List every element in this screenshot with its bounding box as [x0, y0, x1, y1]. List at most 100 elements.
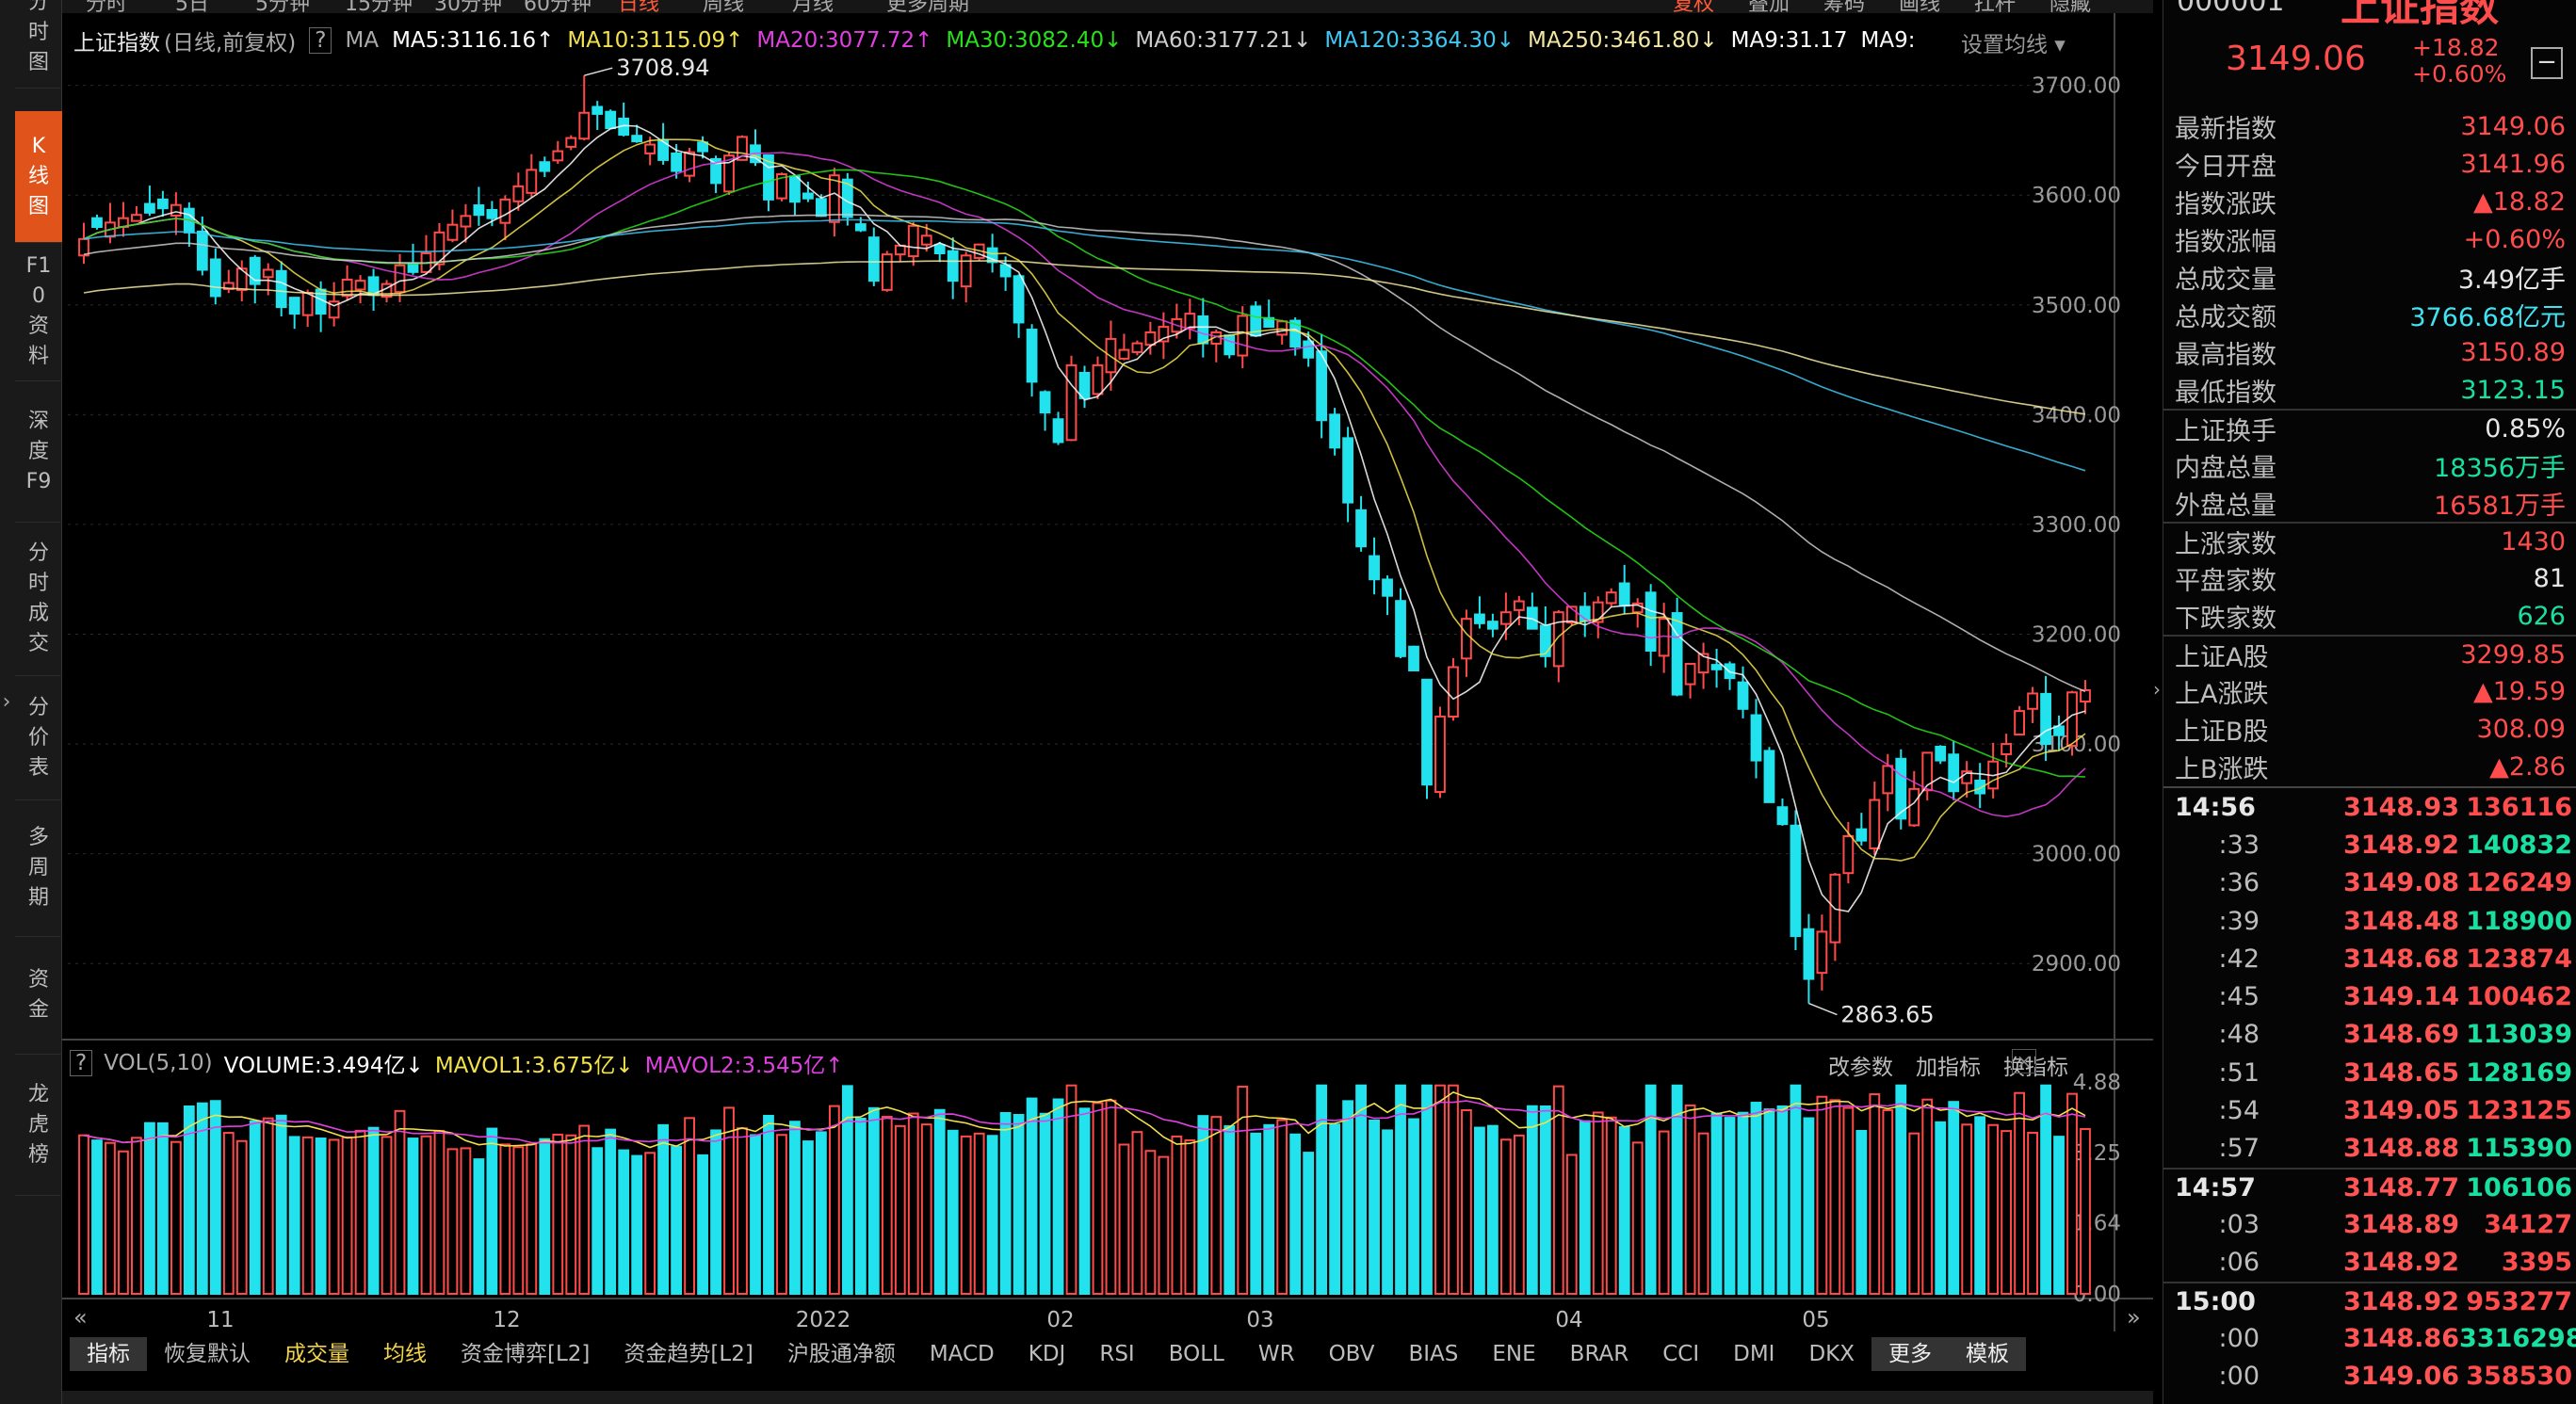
volume-bar — [933, 1108, 946, 1296]
top-button-4[interactable]: 扛杆 — [1974, 0, 2016, 13]
vol-help-icon[interactable]: ? — [70, 1050, 93, 1076]
indicator-1[interactable]: 恢复默认 — [147, 1337, 267, 1371]
vol-tool-1[interactable]: 加指标 — [1916, 1049, 1981, 1081]
volume-bar — [1974, 1116, 1986, 1295]
scroll-left-icon[interactable]: « — [73, 1304, 88, 1331]
top-button-5[interactable]: 隐藏 — [2049, 0, 2091, 13]
vol-tool-0[interactable]: 改参数 — [1828, 1049, 1893, 1081]
volume-bar — [1171, 1135, 1183, 1296]
period-tab-8[interactable]: 月线 — [792, 0, 834, 13]
period-tab-4[interactable]: 30分钟 — [434, 0, 502, 13]
period-tab-5[interactable]: 60分钟 — [524, 0, 591, 13]
indicator-3[interactable]: 均线 — [366, 1337, 444, 1371]
candle-body — [2066, 691, 2078, 748]
indicator-8[interactable]: KDJ — [1012, 1337, 1083, 1371]
volume-bar — [1474, 1126, 1485, 1295]
volume-bar — [2040, 1084, 2051, 1295]
candle-body — [1065, 363, 1077, 442]
indicator-5[interactable]: 资金趋势[L2] — [607, 1337, 770, 1371]
top-button-1[interactable]: 叠加 — [1748, 0, 1790, 13]
volume-bar — [697, 1154, 708, 1296]
indicator-16[interactable]: CCI — [1645, 1337, 1716, 1371]
candle-body — [1434, 715, 1446, 794]
indicator-15[interactable]: BRAR — [1553, 1337, 1646, 1371]
sidebar-tab-0[interactable]: 分时图 — [15, 0, 62, 89]
indicator-17[interactable]: DMI — [1716, 1337, 1791, 1371]
period-tab-7[interactable]: 周线 — [703, 0, 744, 13]
indicator-12[interactable]: OBV — [1312, 1337, 1392, 1371]
stat-label: 最新指数 — [2175, 114, 2276, 144]
indicator-9[interactable]: RSI — [1082, 1337, 1151, 1371]
candle-body — [1448, 666, 1459, 718]
collapse-button[interactable]: − — [2531, 47, 2563, 79]
period-tab-3[interactable]: 15分钟 — [345, 0, 413, 13]
close-icon[interactable]: × — [2012, 1049, 2036, 1073]
volume-bar — [776, 1134, 787, 1296]
stat-label: 上证换手 — [2175, 416, 2276, 446]
tick-price: 3148.77 — [2343, 1172, 2459, 1202]
indicator-10[interactable]: BOLL — [1152, 1337, 1241, 1371]
indicator-14[interactable]: ENE — [1475, 1337, 1552, 1371]
indicator-18[interactable]: DKX — [1791, 1337, 1871, 1371]
stat-value: 16581万手 — [2434, 491, 2566, 521]
volume-bar — [420, 1135, 432, 1295]
sidebar-tab-8[interactable]: 龙虎榜 — [15, 1055, 62, 1196]
tick-volume: 3395 — [2501, 1248, 2572, 1278]
stat-label: 内盘总量 — [2175, 453, 2276, 483]
volume-bar — [763, 1114, 774, 1295]
volume-bar — [315, 1138, 327, 1295]
indicator-4[interactable]: 资金博弈[L2] — [444, 1337, 607, 1371]
candle-body — [933, 244, 946, 254]
candle-body — [684, 151, 695, 177]
sidebar-tab-6[interactable]: 多周期 — [15, 800, 62, 937]
volume-bar — [1197, 1115, 1209, 1295]
period-tab-6[interactable]: 日线 — [618, 0, 659, 13]
candle-body — [2080, 688, 2091, 703]
sidebar-tab-4[interactable]: 分时成交 — [15, 523, 62, 676]
right-panel-handle[interactable]: › — [2153, 678, 2163, 734]
ma-arrow-icon: ↑ — [725, 28, 744, 53]
indicator-13[interactable]: BIAS — [1391, 1337, 1475, 1371]
period-tab-1[interactable]: 5日 — [175, 0, 209, 13]
indicator-11[interactable]: WR — [1241, 1337, 1312, 1371]
help-icon[interactable]: ? — [309, 27, 332, 54]
stock-code: 000001 — [2177, 0, 2285, 18]
volume-bar — [105, 1141, 116, 1295]
candle-body — [1223, 334, 1236, 356]
indicator-19[interactable]: 更多 — [1871, 1337, 1950, 1371]
candle-body — [1750, 714, 1762, 762]
top-button-2[interactable]: 筹码 — [1823, 0, 1865, 13]
indicator-0[interactable]: 指标 — [70, 1337, 147, 1371]
period-tab-0[interactable]: 分时 — [86, 0, 127, 13]
volume-bar — [407, 1138, 419, 1295]
quote-stat-row: 最低指数 3123.15 — [2163, 371, 2576, 409]
indicator-20[interactable]: 模板 — [1949, 1337, 2027, 1371]
candle-body — [446, 223, 459, 241]
indicator-7[interactable]: MACD — [913, 1337, 1012, 1371]
sidebar-tab-3[interactable]: 深度F9 — [15, 381, 62, 523]
sidebar-tab-7[interactable]: 资金 — [15, 937, 62, 1055]
indicator-2[interactable]: 成交量 — [267, 1337, 366, 1371]
volume-bar — [1961, 1123, 1973, 1296]
ma-settings-button[interactable]: 设置均线 ▾ — [1955, 26, 2066, 58]
volume-bar — [552, 1133, 564, 1295]
candle-body — [301, 291, 314, 316]
top-button-0[interactable]: 复权 — [1673, 0, 1714, 13]
tick-volume: 126249 — [2466, 868, 2572, 898]
sidebar-tab-1[interactable]: K线图 — [15, 111, 62, 243]
stat-value: ▲18.82 — [2472, 186, 2566, 217]
stat-value: 3150.89 — [2460, 337, 2566, 367]
sidebar-tab-2[interactable]: F10资料 — [15, 243, 62, 381]
indicator-6[interactable]: 沪股通净额 — [770, 1337, 913, 1371]
sidebar-collapse-handle[interactable]: › — [0, 659, 13, 744]
candle-body — [867, 236, 880, 282]
volume-bar — [1592, 1111, 1604, 1295]
kline-chart[interactable]: 3700.003600.003500.003400.003300.003200.… — [62, 13, 2153, 1402]
candle-body — [486, 208, 498, 219]
period-tab-2[interactable]: 5分钟 — [255, 0, 310, 13]
scroll-right-icon[interactable]: » — [2127, 1304, 2141, 1331]
period-tab-9[interactable]: 更多周期 — [886, 0, 969, 13]
candle-body — [1144, 331, 1157, 347]
top-button-3[interactable]: 画线 — [1899, 0, 1940, 13]
sidebar-tab-5[interactable]: 分价表 — [15, 676, 62, 800]
